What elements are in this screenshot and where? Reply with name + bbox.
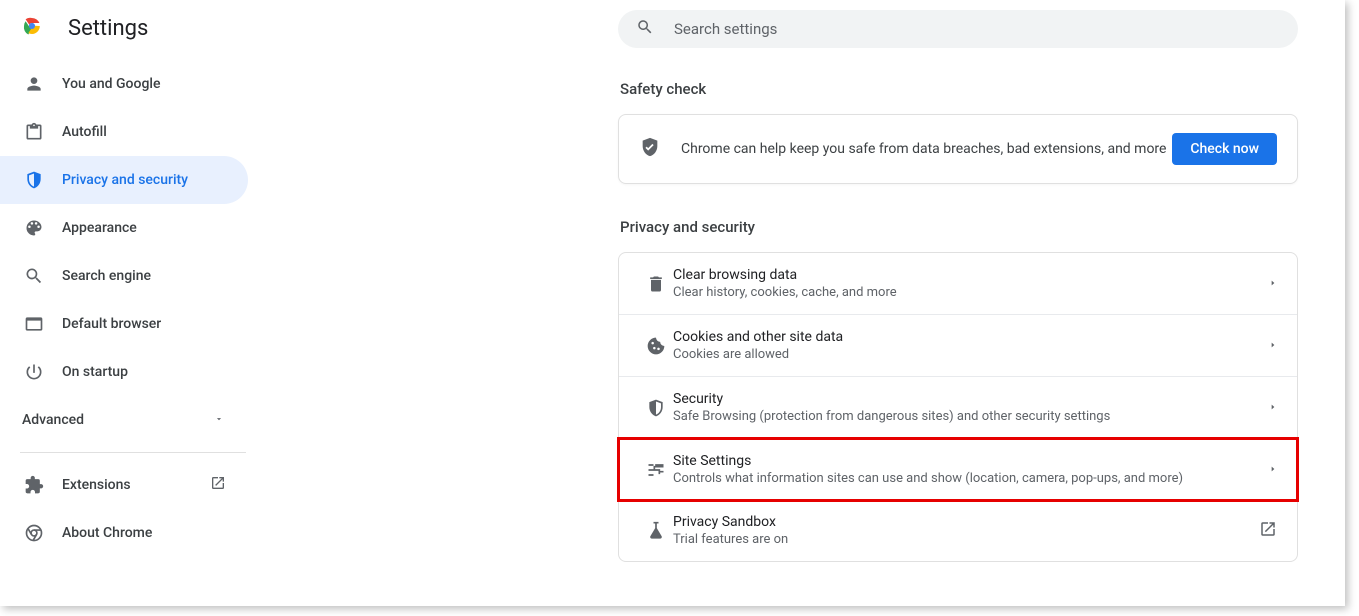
row-desc: Cookies are allowed [673,347,1269,362]
shield-icon [639,398,673,418]
row-title: Clear browsing data [673,267,1269,283]
sidebar: You and Google Autofill Privacy and secu… [0,60,248,557]
sidebar-item-default-browser[interactable]: Default browser [0,300,248,348]
sidebar-item-you-and-google[interactable]: You and Google [0,60,248,108]
sidebar-item-about-chrome[interactable]: About Chrome [0,509,248,557]
row-site-settings[interactable]: Site Settings Controls what information … [619,439,1297,500]
row-title: Privacy Sandbox [673,514,1259,530]
safety-check-card: Chrome can help keep you safe from data … [618,114,1298,184]
chrome-outline-icon [24,523,62,543]
chevron-right-icon [1269,274,1277,293]
chevron-down-icon [214,412,224,428]
row-desc: Controls what information sites can use … [673,471,1269,486]
advanced-label: Advanced [22,412,84,428]
sidebar-item-on-startup[interactable]: On startup [0,348,248,396]
sidebar-item-label: Privacy and security [62,172,188,188]
sidebar-advanced[interactable]: Advanced [0,396,248,444]
content: Safety check Chrome can help keep you sa… [618,80,1298,562]
safety-text: Chrome can help keep you safe from data … [681,141,1172,157]
sliders-icon [639,460,673,480]
row-desc: Safe Browsing (protection from dangerous… [673,409,1269,424]
sidebar-item-search-engine[interactable]: Search engine [0,252,248,300]
trash-icon [639,274,673,294]
about-label: About Chrome [62,525,152,541]
shield-icon [24,170,62,190]
sidebar-item-label: Default browser [62,316,161,332]
row-title: Site Settings [673,453,1269,469]
sidebar-item-label: Appearance [62,220,137,236]
shield-check-icon [639,136,661,162]
privacy-section-title: Privacy and security [618,218,1298,236]
search-placeholder: Search settings [674,20,777,38]
palette-icon [24,218,62,238]
flask-icon [639,521,673,541]
sidebar-item-appearance[interactable]: Appearance [0,204,248,252]
check-now-button[interactable]: Check now [1172,133,1277,165]
row-title: Security [673,391,1269,407]
cookie-icon [639,336,673,356]
external-link-icon [1259,520,1277,542]
row-title: Cookies and other site data [673,329,1269,345]
chevron-right-icon [1269,398,1277,417]
row-desc: Clear history, cookies, cache, and more [673,285,1269,300]
sidebar-item-autofill[interactable]: Autofill [0,108,248,156]
person-icon [24,74,62,94]
chevron-right-icon [1269,460,1277,479]
extension-icon [24,475,62,495]
row-security[interactable]: Security Safe Browsing (protection from … [619,377,1297,439]
sidebar-item-privacy-security[interactable]: Privacy and security [0,156,248,204]
divider [20,452,246,453]
sidebar-item-label: On startup [62,364,128,380]
row-desc: Trial features are on [673,532,1259,547]
search-icon [636,18,674,40]
search-icon [24,266,62,286]
privacy-list: Clear browsing data Clear history, cooki… [618,252,1298,562]
row-cookies[interactable]: Cookies and other site data Cookies are … [619,315,1297,377]
sidebar-item-label: Autofill [62,124,107,140]
page-title: Settings [68,16,148,41]
row-clear-browsing-data[interactable]: Clear browsing data Clear history, cooki… [619,253,1297,315]
safety-check-title: Safety check [618,80,1298,98]
power-icon [24,362,62,382]
chevron-right-icon [1269,336,1277,355]
sidebar-item-label: Search engine [62,268,151,284]
browser-icon [24,314,62,334]
clipboard-icon [24,122,62,142]
extensions-label: Extensions [62,477,131,493]
search-input[interactable]: Search settings [618,10,1298,48]
chrome-logo-icon [20,14,68,42]
external-link-icon [210,475,226,495]
row-privacy-sandbox[interactable]: Privacy Sandbox Trial features are on [619,500,1297,561]
sidebar-item-label: You and Google [62,76,160,92]
sidebar-item-extensions[interactable]: Extensions [0,461,248,509]
